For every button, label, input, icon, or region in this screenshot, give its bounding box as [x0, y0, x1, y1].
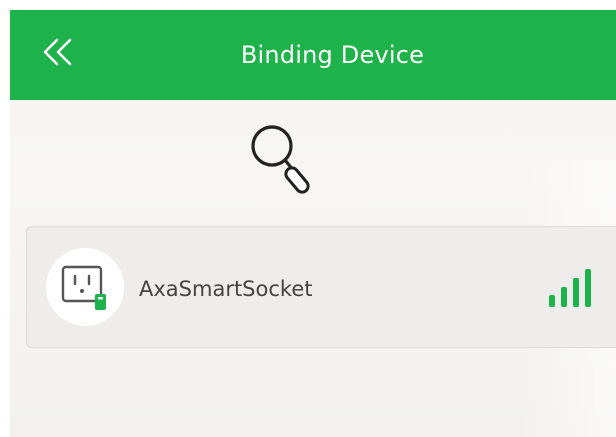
page-title: Binding Device	[240, 41, 425, 69]
double-chevron-left-icon	[43, 38, 72, 66]
search-icon	[251, 125, 310, 194]
device-avatar	[46, 248, 124, 326]
back-button[interactable]	[38, 32, 78, 72]
smart-socket-icon	[61, 265, 106, 310]
device-name: AxaSmartSocket	[139, 277, 313, 301]
device-list-item[interactable]: AxaSmartSocket	[26, 226, 616, 348]
binding-device-screen: Binding Device AxaSmartSocket	[0, 0, 616, 437]
status-bar	[0, 0, 616, 10]
search-button[interactable]	[247, 120, 337, 200]
header-bar: Binding Device	[10, 10, 616, 100]
left-gutter	[0, 10, 10, 437]
signal-strength-icon	[549, 269, 591, 307]
